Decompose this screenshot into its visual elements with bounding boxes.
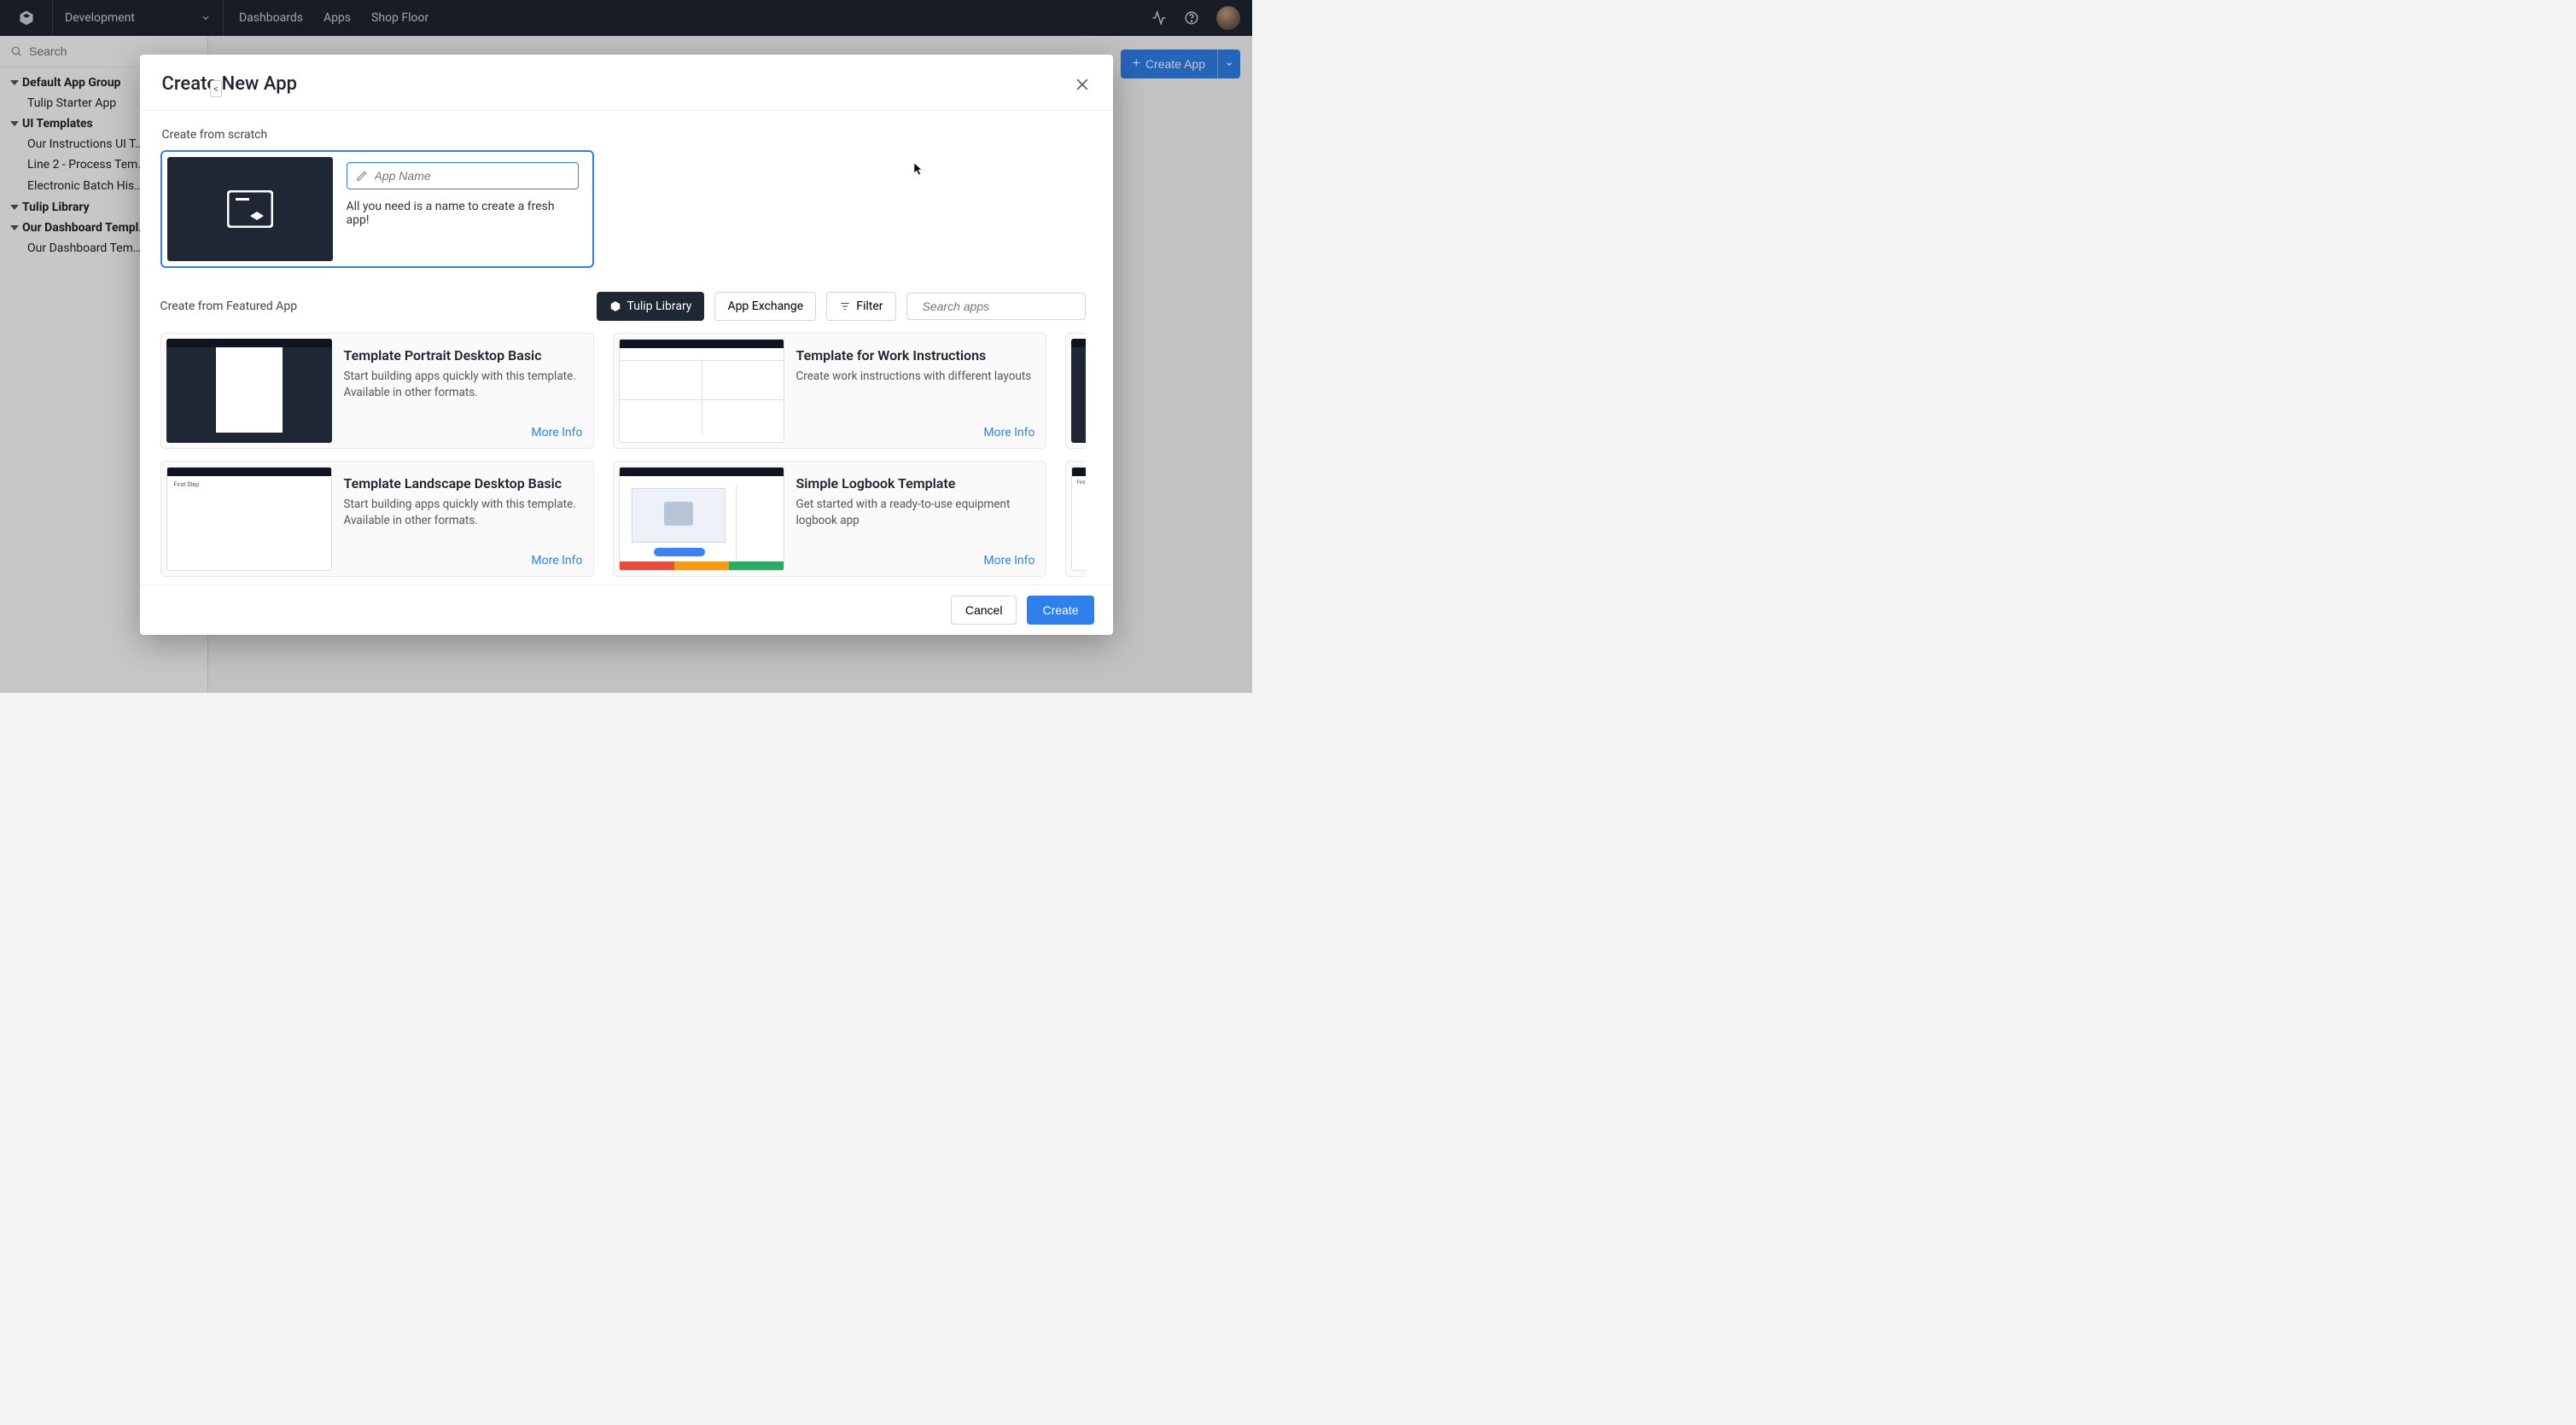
template-thumbnail — [619, 339, 784, 443]
cancel-button[interactable]: Cancel — [951, 596, 1017, 625]
template-row-2: First Step Template Landscape Desktop Ba… — [160, 461, 1086, 577]
filter-label: Filter — [856, 300, 883, 313]
template-card-peek[interactable] — [1065, 333, 1086, 449]
app-icon — [227, 190, 273, 228]
sidebar-collapse-handle[interactable]: < — [210, 80, 222, 97]
create-app-modal: Create New App Create from scratch — [140, 55, 1113, 635]
featured-section-label: Create from Featured App — [160, 300, 298, 313]
tab-app-exchange[interactable]: App Exchange — [714, 292, 816, 321]
template-card-peek[interactable]: First Step — [1065, 461, 1086, 577]
create-button[interactable]: Create — [1027, 596, 1093, 625]
template-thumbnail — [1071, 339, 1086, 443]
template-meta: Template Landscape Desktop Basic Start b… — [344, 467, 588, 571]
template-title: Simple Logbook Template — [796, 475, 1037, 491]
template-thumbnail: First Step — [166, 467, 332, 571]
template-desc: Start building apps quickly with this te… — [344, 369, 585, 401]
scratch-form: All you need is a name to create a fresh… — [347, 157, 587, 261]
search-apps[interactable] — [906, 293, 1086, 320]
template-thumbnail — [619, 467, 784, 571]
cursor-icon — [913, 162, 924, 176]
scratch-card[interactable]: All you need is a name to create a fresh… — [160, 150, 594, 268]
modal-header: Create New App — [140, 55, 1113, 111]
filter-button[interactable]: Filter — [826, 292, 895, 321]
more-info-link[interactable]: More Info — [531, 426, 582, 439]
template-meta: Template for Work Instructions Create wo… — [796, 339, 1040, 443]
template-meta: Template Portrait Desktop Basic Start bu… — [344, 339, 588, 443]
template-thumbnail — [166, 339, 332, 443]
featured-header: Create from Featured App Tulip Library A… — [160, 292, 1086, 321]
more-info-link[interactable]: More Info — [983, 426, 1034, 439]
scratch-thumbnail — [167, 157, 333, 261]
tab-label: App Exchange — [727, 300, 803, 313]
template-card[interactable]: Template for Work Instructions Create wo… — [613, 333, 1046, 449]
app-name-input-wrap[interactable] — [347, 162, 579, 189]
template-row-1: Template Portrait Desktop Basic Start bu… — [160, 333, 1086, 449]
modal-body[interactable]: Create from scratch All you need is a na… — [140, 111, 1113, 585]
app-name-input[interactable] — [375, 169, 569, 183]
close-icon[interactable] — [1074, 76, 1091, 93]
pencil-icon — [356, 170, 368, 182]
template-meta: Simple Logbook Template Get started with… — [796, 467, 1040, 571]
template-desc: Get started with a ready-to-use equipmen… — [796, 497, 1037, 529]
library-icon — [609, 300, 621, 312]
template-card[interactable]: Simple Logbook Template Get started with… — [613, 461, 1046, 577]
template-title: Template for Work Instructions — [796, 347, 1037, 364]
filter-icon — [839, 300, 851, 312]
modal-overlay: Create New App Create from scratch — [0, 0, 1252, 693]
modal-footer: Cancel Create — [140, 585, 1113, 635]
tab-label: Tulip Library — [627, 300, 691, 313]
more-info-link[interactable]: More Info — [983, 554, 1034, 567]
template-title: Template Landscape Desktop Basic — [344, 475, 585, 491]
more-info-link[interactable]: More Info — [531, 554, 582, 567]
search-apps-input[interactable] — [923, 300, 1078, 313]
template-card[interactable]: Template Portrait Desktop Basic Start bu… — [160, 333, 594, 449]
template-title: Template Portrait Desktop Basic — [344, 347, 585, 364]
scratch-section-label: Create from scratch — [162, 128, 1086, 142]
tab-tulip-library[interactable]: Tulip Library — [597, 292, 704, 321]
template-desc: Start building apps quickly with this te… — [344, 497, 585, 529]
template-card[interactable]: First Step Template Landscape Desktop Ba… — [160, 461, 594, 577]
template-desc: Create work instructions with different … — [796, 369, 1037, 385]
template-thumbnail: First Step — [1071, 467, 1086, 571]
featured-controls: Tulip Library App Exchange Filter — [597, 292, 1085, 321]
scratch-hint: All you need is a name to create a fresh… — [347, 200, 579, 227]
modal-title: Create New App — [162, 73, 297, 95]
